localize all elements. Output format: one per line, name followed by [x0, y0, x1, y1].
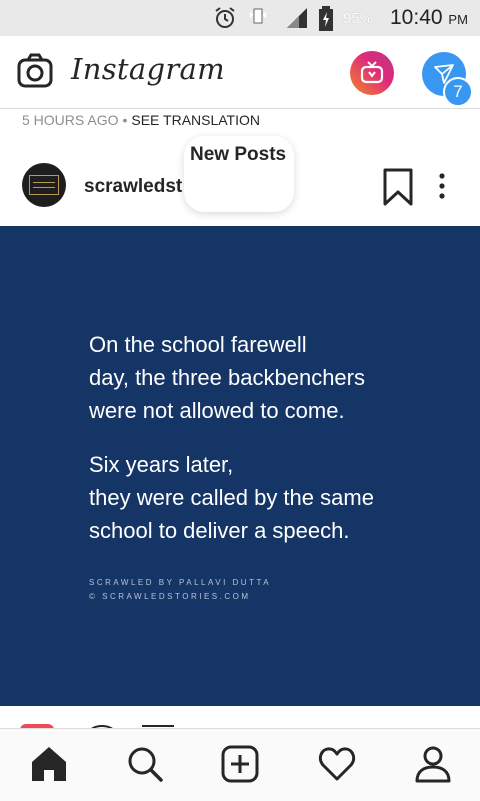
quote-line: were not allowed to come. — [89, 398, 345, 423]
quote-line: On the school farewell — [89, 332, 307, 357]
see-translation-link[interactable]: SEE TRANSLATION — [131, 112, 260, 128]
profile-icon[interactable] — [414, 745, 452, 788]
quote-line: school to deliver a speech. — [89, 518, 350, 543]
search-icon[interactable] — [126, 745, 164, 788]
quote-paragraph-2: Six years later, they were called by the… — [89, 448, 459, 547]
avatar[interactable] — [22, 163, 66, 207]
quote-text: On the school farewell day, the three ba… — [89, 328, 459, 547]
quote-line: they were called by the same — [89, 485, 374, 510]
more-options-icon[interactable] — [437, 172, 447, 205]
post-username[interactable]: scrawledst — [84, 176, 182, 198]
avatar-logo — [29, 175, 59, 195]
clock-time: 10:40 — [390, 6, 443, 29]
igtv-icon — [360, 61, 384, 84]
signal-icon — [285, 6, 309, 35]
credit-website: © SCRAWLEDSTORIES.COM — [89, 592, 251, 601]
activity-heart-icon[interactable] — [318, 745, 356, 788]
add-post-icon[interactable] — [221, 745, 259, 788]
bookmark-icon[interactable] — [383, 168, 413, 211]
home-icon[interactable] — [30, 745, 68, 788]
bottom-navigation — [0, 728, 480, 801]
igtv-button[interactable] — [350, 51, 394, 95]
quote-line: day, the three backbenchers — [89, 365, 365, 390]
image-credit: SCRAWLED BY PALLAVI DUTTA © SCRAWLEDSTOR… — [89, 576, 271, 604]
post-image[interactable]: On the school farewell day, the three ba… — [0, 226, 480, 706]
separator: • — [122, 112, 128, 128]
new-posts-button[interactable]: New Posts — [184, 136, 294, 212]
alarm-icon — [214, 6, 236, 35]
clock-suffix: PM — [448, 12, 468, 27]
battery-charging-icon — [318, 6, 334, 37]
battery-percent: 95% — [343, 10, 374, 27]
clock: 10:40 PM — [390, 6, 468, 30]
new-posts-label: New Posts — [190, 144, 287, 165]
dm-badge: 7 — [443, 77, 473, 107]
quote-paragraph-1: On the school farewell day, the three ba… — [89, 328, 459, 427]
credit-author: SCRAWLED BY PALLAVI DUTTA — [89, 578, 272, 587]
previous-post-meta: 5 HOURS AGO • SEE TRANSLATION — [22, 112, 260, 128]
time-ago: 5 HOURS AGO — [22, 112, 119, 128]
share-icon[interactable] — [142, 725, 174, 727]
status-bar: 95% 10:40 PM — [0, 0, 480, 36]
instagram-logo: Instagram — [71, 52, 225, 86]
post-actions-row — [0, 706, 480, 728]
app-header: Instagram 7 — [0, 36, 480, 109]
camera-icon[interactable] — [16, 52, 54, 90]
quote-line: Six years later, — [89, 452, 234, 477]
vibrate-icon — [247, 6, 269, 33]
